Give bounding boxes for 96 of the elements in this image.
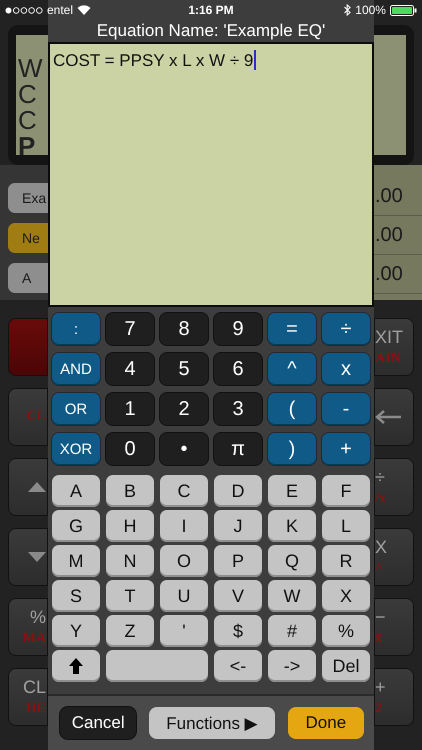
display-line: P [17, 133, 36, 159]
letter-key[interactable]: C [160, 475, 208, 507]
calculator-key[interactable]: X ^ [374, 528, 414, 586]
calculator-key[interactable]: − x̄ [374, 598, 414, 656]
operator-key[interactable]: ÷ [322, 313, 370, 345]
operator-key[interactable]: ^ [268, 353, 316, 385]
bluetooth-icon [344, 4, 352, 16]
letter-key[interactable]: % [322, 615, 370, 647]
calculator-key[interactable]: ÷ /x [374, 458, 414, 516]
status-time: 1:16 PM [188, 3, 234, 17]
letter-key[interactable]: H [106, 510, 154, 542]
wifi-icon [77, 5, 92, 15]
digit-key[interactable]: 1 [106, 393, 154, 425]
letter-key[interactable]: G [52, 510, 100, 542]
calculator-key[interactable]: + 2 [374, 668, 414, 726]
operator-key[interactable]: + [322, 433, 370, 465]
digit-key[interactable]: 5 [160, 353, 208, 385]
calculator-key[interactable] [8, 458, 48, 516]
operator-key[interactable]: x [322, 353, 370, 385]
letter-key[interactable]: A [52, 475, 100, 507]
menu-button[interactable]: Exa [8, 183, 48, 213]
menu-button[interactable]: A [8, 263, 48, 293]
digit-key[interactable]: 2 [160, 393, 208, 425]
calculator-key[interactable]: % MA [8, 598, 48, 656]
value-cell: .00 [374, 177, 422, 216]
letter-key[interactable]: Del [322, 650, 370, 682]
down-triangle-icon [28, 552, 46, 562]
cancel-button[interactable]: Cancel [60, 707, 136, 739]
up-arrow-icon [69, 658, 83, 674]
letter-key[interactable]: I [160, 510, 208, 542]
letter-key[interactable]: T [106, 580, 154, 612]
display-line: W [17, 55, 44, 81]
letter-key[interactable]: Y [52, 615, 100, 647]
digit-key[interactable]: 4 [106, 353, 154, 385]
display-line: C [17, 107, 38, 133]
operator-key[interactable]: - [322, 393, 370, 425]
digit-key[interactable]: 9 [214, 313, 262, 345]
letter-key[interactable]: $ [214, 615, 262, 647]
digit-key[interactable]: 3 [214, 393, 262, 425]
letter-key[interactable]: V [214, 580, 262, 612]
letter-key[interactable]: M [52, 545, 100, 577]
battery-percent: 100% [355, 3, 386, 17]
battery-icon [390, 4, 417, 16]
letter-key[interactable]: Z [106, 615, 154, 647]
letter-key[interactable]: N [106, 545, 154, 577]
text-cursor [254, 50, 256, 70]
letter-key[interactable]: R [322, 545, 370, 577]
digit-key[interactable]: 0 [106, 433, 154, 465]
menu-button[interactable]: Ne [8, 223, 48, 253]
letter-key[interactable]: K [268, 510, 316, 542]
calculator-key[interactable]: CL HE [8, 668, 48, 726]
shift-key[interactable] [52, 650, 100, 682]
letter-key[interactable]: B [106, 475, 154, 507]
letter-key[interactable]: ' [160, 615, 208, 647]
operator-key[interactable]: AND [52, 353, 100, 385]
equation-text: COST = PPSY x L x W ÷ 9 [53, 51, 254, 71]
calculator-key[interactable] [374, 388, 414, 446]
letter-key[interactable]: F [322, 475, 370, 507]
digit-key[interactable]: • [160, 433, 208, 465]
letter-key[interactable]: X [322, 580, 370, 612]
digit-key[interactable]: 8 [160, 313, 208, 345]
up-triangle-icon [28, 482, 46, 492]
operator-key[interactable]: ( [268, 393, 316, 425]
calculator-key[interactable]: XIT AIN [374, 318, 414, 376]
operator-key[interactable]: ) [268, 433, 316, 465]
operator-key[interactable]: = [268, 313, 316, 345]
operator-key[interactable]: : [52, 313, 100, 345]
value-cell: .00 [374, 216, 422, 255]
letter-key[interactable]: O [160, 545, 208, 577]
letter-key[interactable]: P [214, 545, 262, 577]
digit-key[interactable]: π [214, 433, 262, 465]
dialog-title: Equation Name: 'Example EQ' [96, 20, 326, 42]
equation-editor[interactable]: COST = PPSY x L x W ÷ 9 [48, 42, 374, 307]
value-cell: .00 [374, 255, 422, 294]
letter-key[interactable]: -> [268, 650, 316, 682]
display-line: C [17, 81, 38, 107]
letter-key[interactable]: S [52, 580, 100, 612]
carrier-name: entel [47, 3, 74, 17]
letter-key[interactable]: E [268, 475, 316, 507]
letter-key[interactable]: J [214, 510, 262, 542]
calculator-key[interactable] [8, 528, 48, 586]
letter-key[interactable]: # [268, 615, 316, 647]
done-button[interactable]: Done [288, 707, 364, 739]
digit-key[interactable]: 6 [214, 353, 262, 385]
left-arrow-icon [375, 410, 401, 424]
letter-key[interactable]: U [160, 580, 208, 612]
letter-key[interactable]: D [214, 475, 262, 507]
operator-key[interactable]: OR [52, 393, 100, 425]
letter-key[interactable]: L [322, 510, 370, 542]
operator-key[interactable]: XOR [52, 433, 100, 465]
digit-key[interactable]: 7 [106, 313, 154, 345]
signal-icon [5, 6, 43, 14]
letter-key[interactable]: W [268, 580, 316, 612]
letter-key[interactable]: Q [268, 545, 316, 577]
letter-key[interactable]: <- [214, 650, 262, 682]
functions-button[interactable]: Functions ▶ [149, 707, 275, 739]
